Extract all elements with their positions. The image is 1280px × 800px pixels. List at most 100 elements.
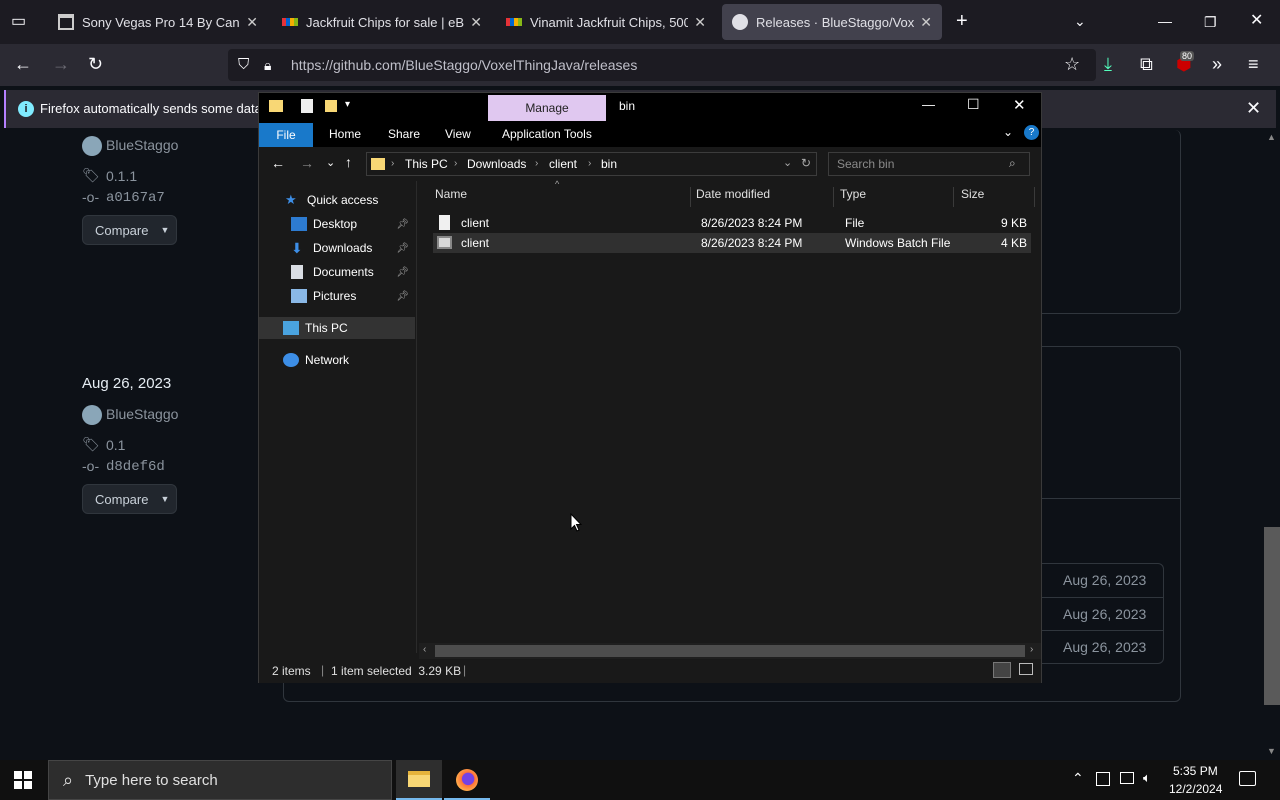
tab-close-icon[interactable]: ✕ xyxy=(920,14,932,31)
nav-quick-access[interactable]: ★ Quick access xyxy=(259,189,415,211)
file-explorer-taskbar-button[interactable] xyxy=(396,760,442,800)
address-dropdown-icon[interactable]: ⌄ xyxy=(783,156,792,169)
forward-icon[interactable]: → xyxy=(52,55,70,73)
url-bar[interactable]: ⛉ 🔒︎ https://github.com/BlueStaggo/Voxel… xyxy=(228,49,1096,81)
address-bar[interactable]: › This PC › Downloads › client › bin ⌄ ↻ xyxy=(366,152,817,176)
tracking-protection-icon[interactable]: ⛉ xyxy=(238,56,249,74)
column-name[interactable]: Name xyxy=(429,187,691,207)
release-tag[interactable]: 0.1 xyxy=(106,437,125,453)
details-view-icon[interactable] xyxy=(993,662,1011,678)
properties-icon[interactable] xyxy=(301,99,313,113)
clock-time[interactable]: 5:35 PM xyxy=(1173,764,1218,778)
close-window-icon[interactable]: ✕ xyxy=(1250,12,1263,30)
pin-icon[interactable]: 📌︎ xyxy=(396,267,409,278)
column-size[interactable]: Size xyxy=(955,187,1035,207)
qat-dropdown-icon[interactable]: ▾ xyxy=(345,99,350,110)
close-icon[interactable]: ✕ xyxy=(1013,96,1026,114)
browser-tab[interactable]: Sony Vegas Pro 14 By Cankrii : C ✕ xyxy=(48,4,268,40)
scrollbar-thumb[interactable] xyxy=(435,645,1025,657)
release-author[interactable]: BlueStaggo xyxy=(106,406,178,422)
avatar[interactable] xyxy=(82,405,102,425)
nav-documents[interactable]: Documents 📌︎ xyxy=(259,261,415,283)
taskbar-search[interactable]: ⌕ Type here to search xyxy=(48,760,392,800)
browser-tab-active[interactable]: Releases · BlueStaggo/VoxelThi ✕ xyxy=(722,4,942,40)
restore-window-icon[interactable]: ❐ xyxy=(1204,13,1217,31)
tab-overview-icon[interactable]: ▭ xyxy=(11,13,26,31)
minimize-icon[interactable]: — xyxy=(922,97,935,112)
large-icons-view-icon[interactable] xyxy=(1019,663,1033,675)
scroll-right-icon[interactable]: › xyxy=(1030,644,1033,655)
page-scrollbar[interactable]: ▲ ▼ xyxy=(1264,130,1280,760)
breadcrumb-downloads[interactable]: Downloads xyxy=(467,157,526,171)
breadcrumb-this-pc[interactable]: This PC xyxy=(405,157,448,171)
minimize-window-icon[interactable]: — xyxy=(1158,12,1172,30)
tab-close-icon[interactable]: ✕ xyxy=(694,14,706,31)
file-row[interactable]: client 8/26/2023 8:24 PM File 9 KB xyxy=(433,213,1031,233)
search-input[interactable]: Search bin ⌕ xyxy=(828,152,1030,176)
meet-now-icon[interactable] xyxy=(1096,772,1110,786)
pin-icon[interactable]: 📌︎ xyxy=(396,219,409,230)
release-author[interactable]: BlueStaggo xyxy=(106,137,178,153)
avatar[interactable] xyxy=(82,136,102,156)
volume-muted-icon[interactable]: 🔈︎ xyxy=(1143,770,1151,786)
help-icon[interactable]: ? xyxy=(1024,125,1039,140)
scroll-up-icon[interactable]: ▲ xyxy=(1267,132,1276,142)
url-text[interactable]: https://github.com/BlueStaggo/VoxelThing… xyxy=(291,57,637,73)
new-folder-icon[interactable] xyxy=(325,100,337,112)
downloads-icon[interactable]: ⤓ xyxy=(1104,55,1112,73)
scroll-down-icon[interactable]: ▼ xyxy=(1267,746,1276,756)
tab-close-icon[interactable]: ✕ xyxy=(246,14,258,31)
firefox-taskbar-button[interactable] xyxy=(444,760,490,800)
compare-button[interactable]: Compare ▼ xyxy=(82,215,177,245)
notifications-icon[interactable] xyxy=(1239,771,1256,786)
list-all-tabs-icon[interactable]: ⌄ xyxy=(1074,12,1086,30)
scrollbar-thumb[interactable] xyxy=(1264,527,1280,705)
new-tab-icon[interactable]: + xyxy=(956,11,968,31)
tab-view[interactable]: View xyxy=(445,127,471,141)
browser-tab[interactable]: Vinamit Jackfruit Chips, 500g (1 ✕ xyxy=(496,4,716,40)
close-notification-icon[interactable]: ✕ xyxy=(1246,98,1261,119)
recent-locations-icon[interactable]: ⌄ xyxy=(326,156,335,169)
tab-close-icon[interactable]: ✕ xyxy=(470,14,482,31)
release-commit[interactable]: d8def6d xyxy=(106,459,165,475)
up-icon[interactable]: ↑ xyxy=(345,154,352,170)
tab-application-tools[interactable]: Application Tools xyxy=(502,127,592,141)
manage-tab[interactable]: Manage xyxy=(488,95,606,121)
pin-icon[interactable]: 📌︎ xyxy=(396,291,409,302)
column-date-modified[interactable]: Date modified xyxy=(690,187,834,207)
tab-share[interactable]: Share xyxy=(388,127,420,141)
app-menu-icon[interactable]: ≡ xyxy=(1248,55,1259,73)
column-type[interactable]: Type xyxy=(834,187,954,207)
breadcrumb-bin[interactable]: bin xyxy=(601,157,617,171)
expand-ribbon-icon[interactable]: ⌄ xyxy=(1003,125,1013,139)
nav-downloads[interactable]: ⬇ Downloads 📌︎ xyxy=(259,237,415,259)
file-row-selected[interactable]: client 8/26/2023 8:24 PM Windows Batch F… xyxy=(433,233,1031,253)
tab-file[interactable]: File xyxy=(259,123,313,147)
forward-icon[interactable]: → xyxy=(300,155,314,171)
pin-icon[interactable]: 📌︎ xyxy=(396,243,409,254)
horizontal-scrollbar[interactable]: ‹ › xyxy=(419,643,1041,659)
maximize-icon[interactable]: ☐ xyxy=(967,96,980,113)
compare-button[interactable]: Compare ▼ xyxy=(82,484,177,514)
clock-date[interactable]: 12/2/2024 xyxy=(1169,782,1222,796)
back-icon[interactable]: ← xyxy=(14,55,32,73)
lock-icon[interactable]: 🔒︎ xyxy=(264,56,271,74)
release-commit[interactable]: a0167a7 xyxy=(106,190,165,206)
start-button[interactable] xyxy=(14,771,32,789)
breadcrumb-client[interactable]: client xyxy=(549,157,577,171)
nav-pictures[interactable]: Pictures 📌︎ xyxy=(259,285,415,307)
scroll-left-icon[interactable]: ‹ xyxy=(423,644,426,655)
show-hidden-icons-icon[interactable]: ⌃ xyxy=(1072,770,1084,787)
network-status-icon[interactable] xyxy=(1120,772,1134,784)
tab-home[interactable]: Home xyxy=(329,127,361,141)
nav-desktop[interactable]: Desktop 📌︎ xyxy=(259,213,415,235)
browser-tab[interactable]: Jackfruit Chips for sale | eBay ✕ xyxy=(272,4,492,40)
overflow-menu-icon[interactable]: » xyxy=(1212,55,1222,73)
reload-icon[interactable]: ↻ xyxy=(88,55,103,73)
back-icon[interactable]: ← xyxy=(271,155,285,171)
refresh-icon[interactable]: ↻ xyxy=(801,156,811,170)
extensions-icon[interactable]: ⧉ xyxy=(1140,55,1153,73)
nav-network[interactable]: Network xyxy=(259,349,415,371)
nav-this-pc[interactable]: This PC xyxy=(259,317,415,339)
release-tag[interactable]: 0.1.1 xyxy=(106,168,137,184)
